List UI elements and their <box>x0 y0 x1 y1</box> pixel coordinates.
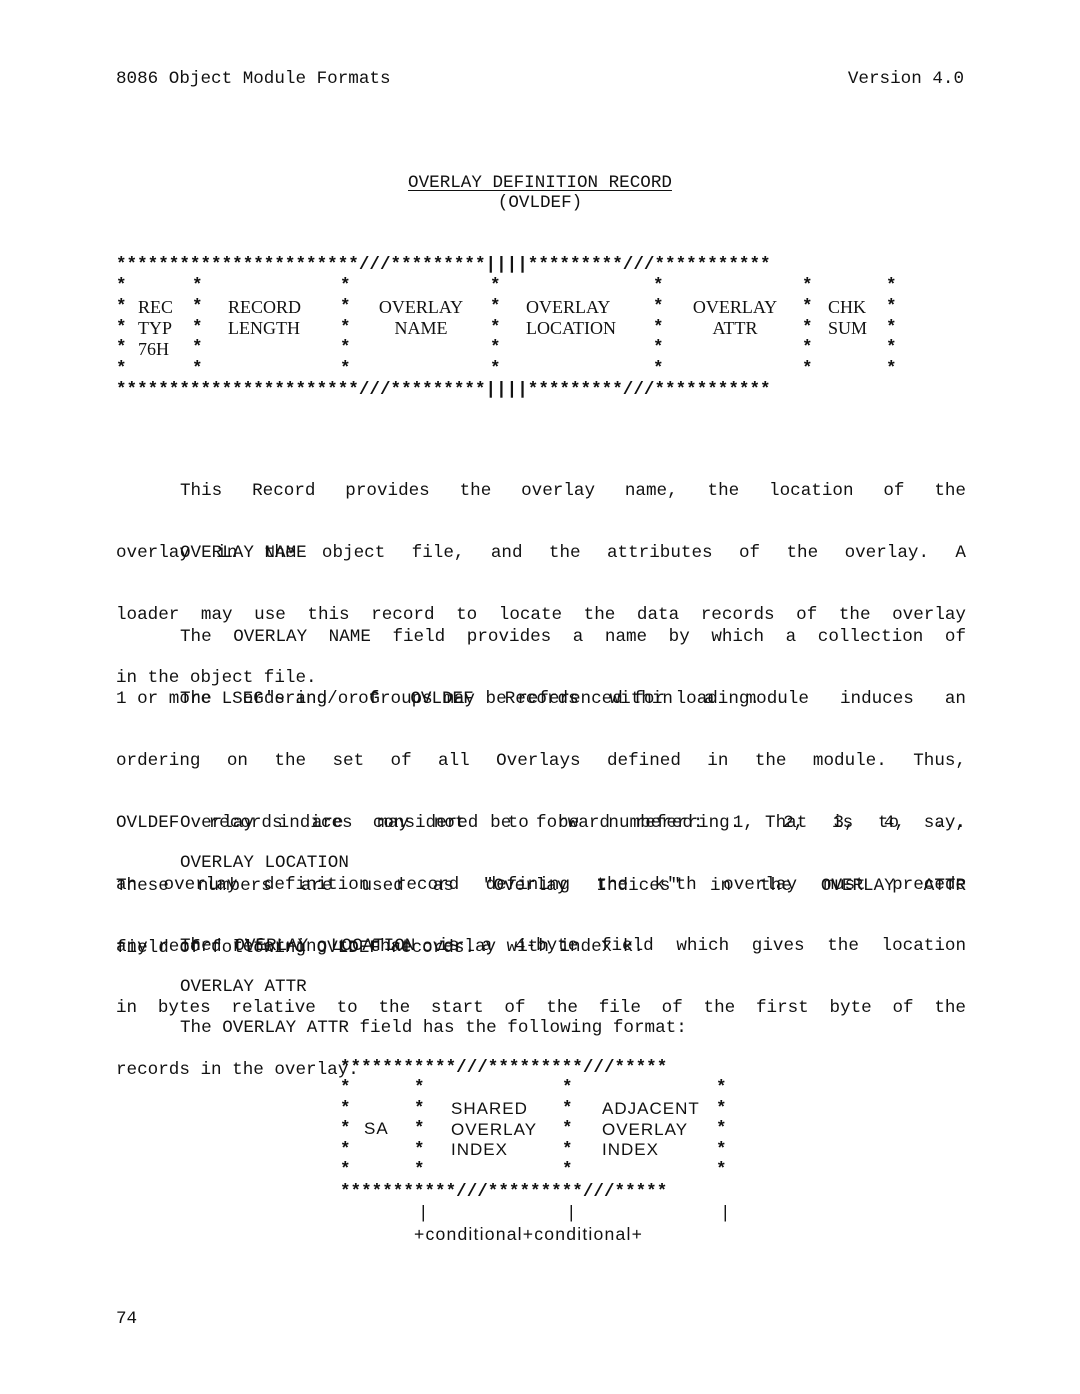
diagram-separators: * * * * * <box>192 276 203 380</box>
attr-field-adjacent-overlay-index: ADJACENT OVERLAY INDEX <box>602 1099 700 1159</box>
attr-conditional-ticks: | <box>566 1204 577 1224</box>
diagram-separators: * * * * * <box>116 276 127 380</box>
attr-conditional-annotation: +conditional+conditional+ <box>414 1224 644 1244</box>
attr-conditional-ticks: | <box>418 1204 429 1224</box>
section-heading-overlay-attr: OVERLAY ATTR <box>180 977 307 997</box>
field-record-length: RECORD LENGTH <box>228 297 302 338</box>
attr-diagram-separators: * * * * * <box>562 1078 573 1180</box>
page-number: 74 <box>116 1309 138 1329</box>
attr-field-shared-overlay-index: SHARED OVERLAY INDEX <box>451 1099 538 1159</box>
attr-diagram-top-border: ***********///*********///***** <box>340 1058 668 1078</box>
field-overlay-location: OVERLAY LOCATION <box>526 297 616 338</box>
field-rec-typ: REC TYP 76H <box>138 297 174 359</box>
paragraph-line: This Record provides the overlay name, t… <box>180 480 966 501</box>
paragraph-line: The OVERLAY NAME field provides a name b… <box>180 626 966 647</box>
diagram-separators: * * * * * <box>802 276 813 380</box>
diagram-separators: * * * * * <box>490 276 501 380</box>
overlay-attr-intro: The OVERLAY ATTR field has the following… <box>180 1018 687 1038</box>
attr-field-sa: SA <box>364 1119 389 1138</box>
paragraph-line: in bytes relative to the start of the fi… <box>116 997 966 1018</box>
section-heading-overlay-location: OVERLAY LOCATION <box>180 853 349 873</box>
paragraph-line: ordering on the set of all Overlays defi… <box>116 750 966 771</box>
paragraph-line: The ordering of OVLDEF Records within a … <box>180 688 966 709</box>
attr-conditional-ticks: | <box>720 1204 731 1224</box>
attr-diagram-separators: * * * * * <box>716 1078 727 1180</box>
field-overlay-name: OVERLAY NAME <box>378 297 464 338</box>
diagram-bottom-border: ***********************///*********||||*… <box>116 380 771 400</box>
record-format-diagram: ***********************///*********||||*… <box>116 255 897 400</box>
diagram-separators: * * * * * <box>340 276 351 380</box>
attr-diagram-separators: * * * * * <box>340 1078 351 1180</box>
page-title: OVERLAY DEFINITION RECORD <box>0 173 1080 194</box>
field-chk-sum: CHK SUM <box>828 297 868 338</box>
overlay-attr-diagram: ***********///*********///***** ********… <box>340 1058 740 1248</box>
header-title: 8086 Object Module Formats <box>116 69 391 89</box>
header-version: Version 4.0 <box>847 69 964 89</box>
attr-diagram-separators: * * * * * <box>414 1078 425 1180</box>
diagram-separators: * * * * * <box>886 276 897 380</box>
diagram-top-border: ***********************///*********||||*… <box>116 255 771 275</box>
section-heading-overlay-name: OVERLAY NAME <box>180 543 307 563</box>
paragraph-line: Overlay indices may not be forward refer… <box>180 812 966 833</box>
paragraph-line: The OVERLAY LOCATION is a 4-byte field w… <box>180 935 966 956</box>
page-subtitle: (OVLDEF) <box>497 193 583 213</box>
page-title-text: OVERLAY DEFINITION RECORD <box>408 173 672 193</box>
paragraph-line: an overlay definition record defining th… <box>116 874 966 895</box>
diagram-separators: * * * * * <box>653 276 664 380</box>
attr-diagram-bottom-border: ***********///*********///***** <box>340 1182 668 1202</box>
field-overlay-attr: OVERLAY ATTR <box>692 297 778 338</box>
